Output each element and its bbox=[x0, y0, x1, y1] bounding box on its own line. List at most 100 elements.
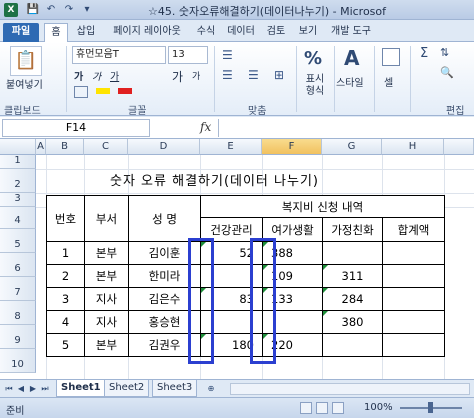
number-format-icon[interactable]: % bbox=[304, 48, 322, 69]
cell-total[interactable] bbox=[382, 264, 445, 288]
row-header[interactable]: 8 bbox=[0, 301, 36, 325]
tab-formulas[interactable]: 수식 bbox=[192, 23, 220, 42]
cell-family[interactable]: 380 bbox=[322, 310, 383, 334]
align-center-icon[interactable]: ☰ bbox=[248, 68, 259, 82]
tab-data[interactable]: 데이터 bbox=[224, 23, 258, 42]
last-sheet-icon[interactable]: ⏭ bbox=[40, 383, 50, 395]
next-sheet-icon[interactable]: ▶ bbox=[28, 383, 38, 395]
sheet-tab-2[interactable]: Sheet2 bbox=[104, 380, 150, 397]
column-header[interactable]: C bbox=[84, 139, 128, 155]
horizontal-scrollbar[interactable] bbox=[230, 383, 470, 395]
find-icon[interactable]: 🔍 bbox=[440, 66, 454, 79]
save-icon[interactable]: 💾 bbox=[26, 3, 40, 17]
row-header[interactable]: 7 bbox=[0, 277, 36, 301]
cell-family[interactable]: 284 bbox=[322, 287, 383, 311]
column-header[interactable] bbox=[444, 139, 474, 155]
qat-customize-icon[interactable]: ▾ bbox=[80, 3, 94, 17]
cell-total[interactable] bbox=[382, 287, 445, 311]
shrink-font-button[interactable]: 가 bbox=[192, 69, 200, 82]
error-indicator-icon[interactable] bbox=[323, 311, 328, 316]
cell-no[interactable]: 1 bbox=[46, 241, 85, 265]
style-button[interactable]: 스타일 bbox=[336, 74, 364, 89]
column-header[interactable]: E bbox=[200, 139, 262, 155]
row-header[interactable]: 1 bbox=[0, 155, 36, 169]
cell-dept[interactable]: 본부 bbox=[84, 264, 129, 288]
row-header[interactable]: 6 bbox=[0, 253, 36, 277]
sheet-tab-3[interactable]: Sheet3 bbox=[152, 380, 198, 397]
cell-no[interactable]: 5 bbox=[46, 333, 85, 357]
column-header[interactable]: B bbox=[46, 139, 84, 155]
select-all-corner[interactable] bbox=[0, 139, 36, 155]
cell-total[interactable] bbox=[382, 310, 445, 334]
undo-icon[interactable]: ↶ bbox=[44, 3, 58, 17]
cell-dept[interactable]: 지사 bbox=[84, 310, 129, 334]
font-name-select[interactable]: 휴먼모음T bbox=[72, 46, 166, 64]
cell-dept[interactable]: 지사 bbox=[84, 287, 129, 311]
spreadsheet-grid[interactable]: A B C D E F G H 1 2 3 4 5 6 7 8 9 10 숫자 … bbox=[0, 139, 474, 379]
column-header[interactable]: G bbox=[322, 139, 382, 155]
fill-color-icon[interactable] bbox=[96, 88, 110, 94]
cell-total[interactable] bbox=[382, 333, 445, 357]
function-icon[interactable]: fx bbox=[200, 120, 211, 134]
italic-button[interactable]: 가 bbox=[92, 68, 101, 83]
tab-home[interactable]: 홈 bbox=[44, 23, 68, 42]
number-format-button[interactable]: 표시 형식 bbox=[302, 74, 328, 98]
sheet-tab-1[interactable]: Sheet1 bbox=[56, 380, 106, 397]
excel-app-icon[interactable]: X bbox=[4, 3, 18, 17]
cells-icon[interactable] bbox=[382, 48, 400, 66]
error-indicator-icon[interactable] bbox=[323, 288, 328, 293]
cell-dept[interactable]: 본부 bbox=[84, 241, 129, 265]
sort-filter-icon[interactable]: ⇅ bbox=[440, 46, 449, 59]
row-header[interactable]: 2 bbox=[0, 169, 36, 193]
error-indicator-icon[interactable] bbox=[323, 265, 328, 270]
row-header[interactable]: 3 bbox=[0, 193, 36, 207]
zoom-level[interactable]: 100% bbox=[364, 402, 393, 413]
redo-icon[interactable]: ↷ bbox=[62, 3, 76, 17]
page-layout-view-icon[interactable] bbox=[316, 402, 328, 414]
paste-button[interactable]: 붙여넣기 bbox=[6, 76, 43, 91]
tab-page-layout[interactable]: 페이지 레이아웃 bbox=[104, 23, 190, 42]
cells-button[interactable]: 셀 bbox=[384, 74, 393, 89]
page-break-view-icon[interactable] bbox=[332, 402, 344, 414]
column-header[interactable]: A bbox=[36, 139, 46, 155]
border-icon[interactable] bbox=[74, 86, 88, 98]
cell-no[interactable]: 4 bbox=[46, 310, 85, 334]
insert-sheet-icon[interactable]: ⊕ bbox=[204, 383, 218, 395]
row-header[interactable]: 10 bbox=[0, 349, 36, 373]
formula-input[interactable] bbox=[218, 119, 472, 137]
tab-view[interactable]: 보기 bbox=[294, 23, 322, 42]
row-header[interactable]: 4 bbox=[0, 207, 36, 229]
column-header[interactable]: H bbox=[382, 139, 444, 155]
column-header[interactable]: F bbox=[262, 139, 322, 155]
tab-insert[interactable]: 삽입 bbox=[72, 23, 100, 42]
font-color-icon[interactable] bbox=[118, 88, 132, 94]
tab-developer[interactable]: 개발 도구 bbox=[326, 23, 376, 42]
align-top-icon[interactable]: ☰ bbox=[222, 48, 233, 62]
normal-view-icon[interactable] bbox=[300, 402, 312, 414]
bold-button[interactable]: 가 bbox=[74, 68, 83, 83]
zoom-slider-knob[interactable] bbox=[428, 402, 433, 413]
cell-no[interactable]: 3 bbox=[46, 287, 85, 311]
cell-dept[interactable]: 본부 bbox=[84, 333, 129, 357]
font-size-select[interactable]: 13 bbox=[168, 46, 208, 64]
paste-icon[interactable]: 📋 bbox=[10, 46, 42, 76]
cell-family[interactable] bbox=[322, 241, 383, 265]
prev-sheet-icon[interactable]: ◀ bbox=[16, 383, 26, 395]
tab-file[interactable]: 파일 bbox=[3, 23, 39, 42]
cell-family[interactable]: 311 bbox=[322, 264, 383, 288]
style-icon[interactable]: A bbox=[344, 46, 359, 70]
cell-family[interactable] bbox=[322, 333, 383, 357]
align-left-icon[interactable]: ☰ bbox=[222, 68, 233, 82]
cell-total[interactable] bbox=[382, 241, 445, 265]
autosum-icon[interactable]: Σ bbox=[420, 46, 428, 61]
cell-no[interactable]: 2 bbox=[46, 264, 85, 288]
grow-font-button[interactable]: 가 bbox=[172, 68, 183, 85]
first-sheet-icon[interactable]: ⏮ bbox=[4, 383, 14, 395]
row-header[interactable]: 9 bbox=[0, 325, 36, 349]
underline-button[interactable]: 가 bbox=[110, 68, 119, 83]
tab-review[interactable]: 검토 bbox=[262, 23, 290, 42]
column-header[interactable]: D bbox=[128, 139, 200, 155]
name-box[interactable]: F14 bbox=[2, 119, 150, 137]
row-header[interactable]: 5 bbox=[0, 229, 36, 253]
merge-cells-icon[interactable]: ⊞ bbox=[274, 68, 284, 82]
